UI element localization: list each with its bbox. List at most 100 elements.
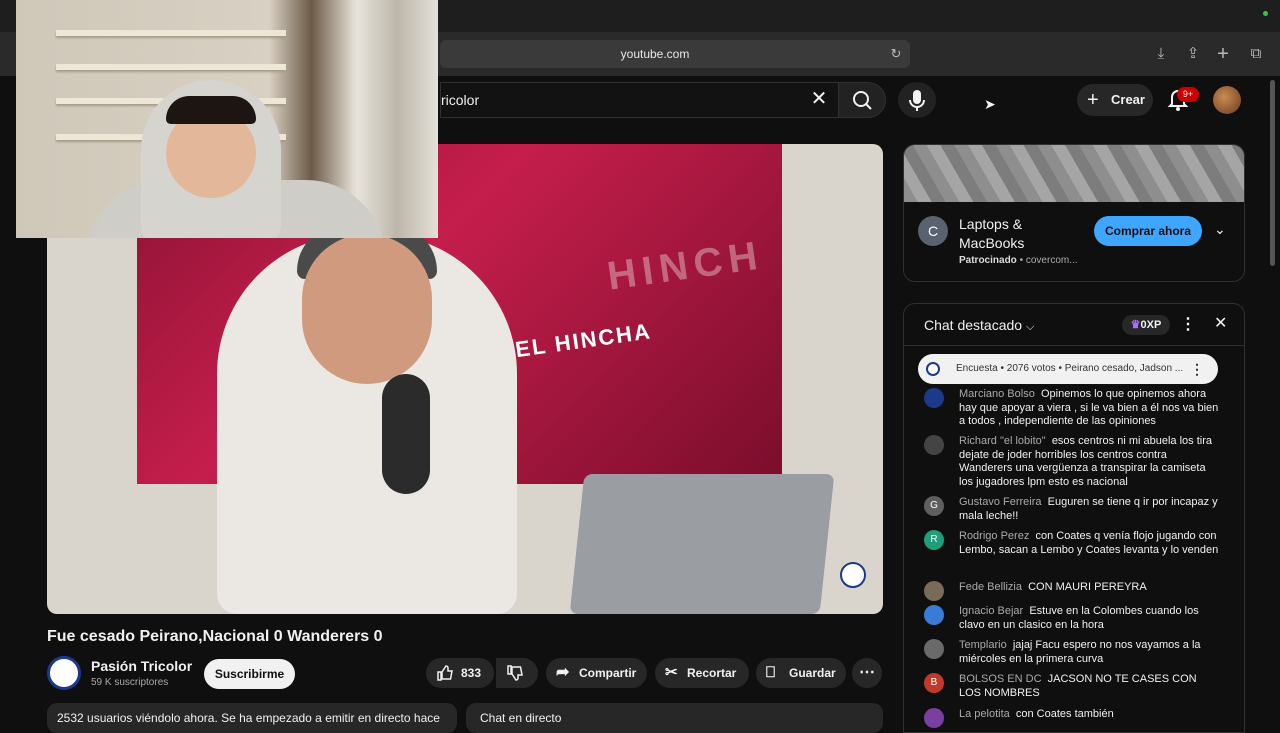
chat-avatar	[924, 605, 944, 625]
description-box[interactable]: 2532 usuarios viéndolo ahora. Se ha empe…	[47, 703, 457, 733]
more-actions-icon[interactable]: ⋯	[852, 658, 882, 688]
url-text: youtube.com	[620, 47, 690, 61]
share-icon[interactable]: ⇪	[1182, 44, 1204, 64]
subscribe-button[interactable]: Suscribirme	[204, 659, 295, 689]
save-button[interactable]: ⎕ Guardar	[756, 658, 846, 688]
chat-message-body: Ignacio Bejar Estuve en la Colombes cuan…	[959, 605, 1221, 632]
new-tab-icon[interactable]: +	[1212, 44, 1234, 64]
xp-badge[interactable]: ♛0XP	[1122, 315, 1170, 335]
chat-message-body: La pelotita con Coates también	[959, 708, 1221, 722]
advertiser-icon: C	[918, 216, 948, 246]
thumbs-down-icon	[507, 665, 523, 681]
chat-author[interactable]: Gustavo Ferreira	[959, 496, 1042, 508]
studio-microphone	[382, 374, 430, 494]
chat-author[interactable]: Marciano Bolso	[959, 388, 1035, 400]
create-label: Crear	[1111, 92, 1145, 107]
video-title: Fue cesado Peirano,Nacional 0 Wanderers …	[47, 628, 383, 645]
chat-avatar	[924, 639, 944, 659]
channel-avatar[interactable]	[47, 656, 81, 690]
dislike-button[interactable]	[496, 658, 538, 688]
chat-message-body: Marciano Bolso Opinemos lo que opinemos …	[959, 388, 1221, 429]
xp-value: 0XP	[1140, 319, 1162, 331]
search-query: ricolor	[441, 92, 480, 108]
chat-header: Chat destacado ⌵ ♛0XP ⋮ ✕	[904, 304, 1244, 346]
clip-button[interactable]: ✂ Recortar	[655, 658, 749, 688]
chat-text: con Coates también	[1015, 708, 1114, 720]
crown-icon: ♛	[1130, 319, 1141, 331]
search-input[interactable]: ricolor	[440, 82, 840, 118]
channel-watermark-logo	[840, 562, 866, 588]
create-button[interactable]: + Crear	[1077, 84, 1153, 116]
chat-author[interactable]: Fede Bellizia	[959, 581, 1022, 593]
chat-text: CON MAURI PEREYRA	[1028, 581, 1147, 593]
clear-search-icon[interactable]: ✕	[808, 88, 830, 110]
chat-avatar: G	[924, 496, 944, 516]
like-count: 833	[461, 666, 482, 680]
shelf	[56, 30, 286, 36]
chat-avatar	[924, 708, 944, 728]
share-label: Compartir	[579, 666, 637, 680]
chat-author[interactable]: Richard "el lobito"	[959, 435, 1046, 447]
chat-author[interactable]: Templario	[959, 639, 1007, 651]
chat-avatar: B	[924, 673, 944, 693]
channel-name[interactable]: Pasión Tricolor	[91, 658, 192, 674]
search-button[interactable]	[838, 82, 886, 118]
ad-title[interactable]: Laptops & MacBooks	[959, 215, 1079, 253]
close-icon[interactable]: ✕	[1214, 313, 1227, 333]
curtain	[356, 0, 438, 238]
poll-text: Encuesta • 2076 votos • Peirano cesado, …	[956, 363, 1184, 374]
share-button[interactable]: ➦ Compartir	[546, 658, 647, 688]
chevron-down-icon[interactable]: ⌄	[1214, 221, 1226, 238]
subscriber-count: 59 K suscriptores	[91, 677, 169, 688]
voice-search-button[interactable]	[898, 82, 936, 118]
streamer-hair	[166, 96, 256, 124]
buy-now-button[interactable]: Comprar ahora	[1094, 216, 1202, 246]
chat-message-body: Fede Bellizia CON MAURI PEREYRA	[959, 581, 1221, 595]
streamer-webcam	[16, 0, 438, 238]
host-head	[302, 234, 432, 384]
save-label: Guardar	[789, 666, 836, 680]
scissors-icon: ✂	[665, 664, 678, 681]
chat-author[interactable]: La pelotita	[959, 708, 1010, 720]
clip-label: Recortar	[687, 666, 737, 680]
chevron-down-icon: ⌵	[1025, 321, 1035, 333]
search-icon	[853, 91, 872, 110]
chat-message-body: Templario jajaj Facu espero no nos vayam…	[959, 639, 1221, 666]
reload-icon[interactable]: ↻	[888, 46, 904, 62]
poll-channel-icon	[926, 362, 940, 376]
chat-message-body: Richard "el lobito" esos centros ni mi a…	[959, 435, 1221, 489]
ad-sponsor-line: Patrocinado • covercom...	[959, 255, 1078, 266]
advertiser-name: covercom...	[1025, 255, 1078, 266]
chat-title: Chat destacado	[924, 317, 1023, 333]
share-arrow-icon: ➦	[556, 664, 570, 681]
more-vert-icon[interactable]: ⋮	[1180, 314, 1196, 334]
chat-avatar	[924, 581, 944, 601]
address-bar[interactable]: youtube.com ↻	[440, 40, 910, 68]
laptop-with-stickers	[569, 474, 835, 614]
mouse-cursor-icon: ➤	[984, 96, 996, 112]
more-vert-icon[interactable]: ⋮	[1190, 354, 1204, 384]
chat-avatar	[924, 435, 944, 455]
status-dot	[1263, 11, 1268, 16]
like-button[interactable]: 833	[426, 658, 494, 688]
live-chat-panel: Chat destacado ⌵ ♛0XP ⋮ ✕ Encuesta • 207…	[903, 303, 1245, 733]
page-scrollbar[interactable]	[1270, 80, 1275, 266]
ad-card[interactable]: C Laptops & MacBooks Patrocinado • cover…	[903, 144, 1245, 282]
chat-message-body: BOLSOS EN DC JACSON NO TE CASES CON LOS …	[959, 673, 1221, 700]
account-avatar[interactable]	[1213, 86, 1241, 114]
poll-banner[interactable]: Encuesta • 2076 votos • Peirano cesado, …	[918, 354, 1218, 384]
shelf	[56, 64, 286, 70]
ad-banner-image	[904, 145, 1244, 202]
chat-message-body: Rodrigo Perez con Coates q venía flojo j…	[959, 530, 1221, 557]
thumbs-up-icon	[437, 665, 453, 681]
live-chat-toggle[interactable]: Chat en directo	[466, 703, 883, 733]
chat-author[interactable]: BOLSOS EN DC	[959, 673, 1042, 685]
chat-author[interactable]: Rodrigo Perez	[959, 530, 1029, 542]
plus-icon: +	[1087, 89, 1099, 111]
tab-overview-icon[interactable]: ⧉	[1245, 44, 1267, 64]
chat-message-body: Gustavo Ferreira Euguren se tiene q ir p…	[959, 496, 1221, 523]
chat-author[interactable]: Ignacio Bejar	[959, 605, 1023, 617]
download-icon[interactable]: ⤓	[1150, 44, 1172, 64]
chat-mode-dropdown[interactable]: Chat destacado ⌵	[924, 317, 1034, 334]
microphone-icon	[909, 90, 925, 111]
